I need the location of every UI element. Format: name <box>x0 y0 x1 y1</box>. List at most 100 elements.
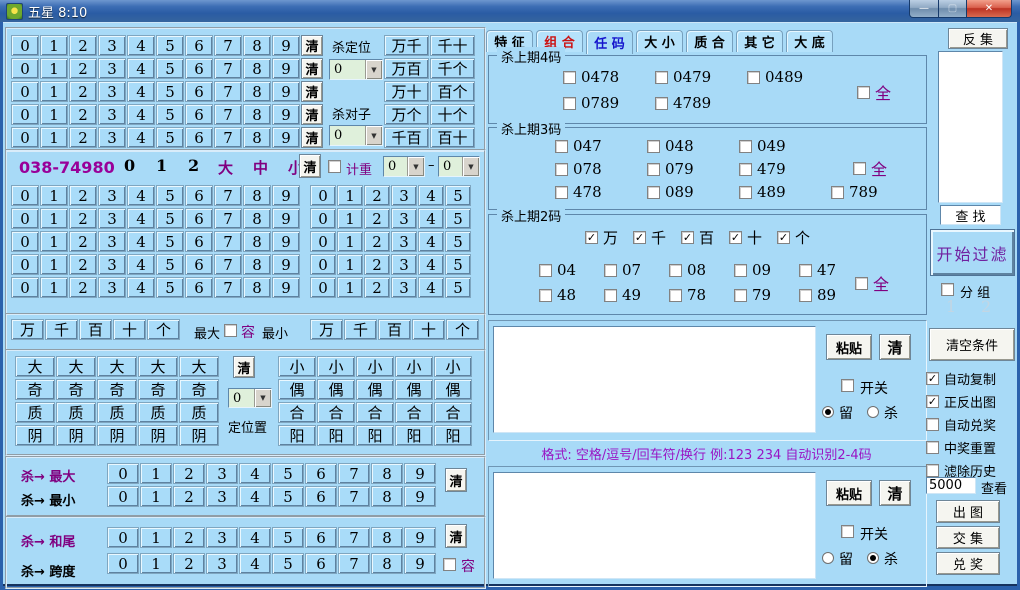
range-to-select[interactable]: 0 ▼ <box>438 156 480 177</box>
kill-radio-2[interactable] <box>867 552 879 564</box>
kill4-checkbox[interactable]: 4789 <box>655 94 747 112</box>
digit-button[interactable]: 0 <box>11 185 39 206</box>
intersect-button[interactable]: 交 集 <box>936 526 1000 549</box>
digit-button[interactable]: 8 <box>243 208 271 229</box>
digit-button[interactable]: 5 <box>445 208 471 229</box>
digit-button[interactable]: 2 <box>173 486 205 507</box>
kill4-select-all[interactable]: 全 <box>857 80 891 104</box>
dropdown-arrow-icon[interactable]: ▼ <box>254 389 271 407</box>
digit-button[interactable]: 7 <box>214 231 242 252</box>
digit-button[interactable]: 2 <box>69 277 97 298</box>
result-listbox[interactable] <box>938 51 1003 203</box>
digit-button[interactable]: 7 <box>214 277 242 298</box>
checkbox[interactable] <box>799 289 812 302</box>
digit-button[interactable]: 9 <box>404 463 436 484</box>
digit-button[interactable]: 2 <box>173 527 205 548</box>
attr-big-button[interactable]: 大 <box>138 356 178 377</box>
checkbox[interactable] <box>926 418 939 431</box>
clear-attr-button[interactable]: 清 <box>233 356 255 378</box>
checkbox[interactable]: ✓ <box>926 372 939 385</box>
digit-button[interactable]: 0 <box>107 527 139 548</box>
checkbox[interactable] <box>647 186 660 199</box>
digit-button[interactable]: 0 <box>11 58 39 79</box>
attr-prime-button[interactable]: 质 <box>179 402 219 423</box>
digit-button[interactable]: 0 <box>310 208 336 229</box>
digit-button[interactable]: 4 <box>127 254 155 275</box>
digit-button[interactable]: 0 <box>107 553 139 574</box>
digit-button[interactable]: 2 <box>69 58 97 79</box>
position-pair-button[interactable]: 万百 <box>384 58 429 79</box>
start-filter-button[interactable]: 开始过滤 <box>930 229 1015 276</box>
checkbox[interactable] <box>739 163 752 176</box>
digit-button[interactable]: 7 <box>338 527 370 548</box>
attr-composite-button[interactable]: 合 <box>434 402 472 423</box>
option-checkbox[interactable]: 自动兑奖 <box>926 413 996 435</box>
digit-button[interactable]: 6 <box>185 104 213 125</box>
digit-button[interactable]: 7 <box>214 254 242 275</box>
digit-button[interactable]: 5 <box>156 58 184 79</box>
digit-button[interactable]: 6 <box>185 35 213 56</box>
digit-button[interactable]: 1 <box>140 486 172 507</box>
position-pair-button[interactable]: 万个 <box>384 104 429 125</box>
digit-button[interactable]: 0 <box>11 104 39 125</box>
kill3-checkbox[interactable]: 047 <box>555 137 647 155</box>
digit-button[interactable]: 5 <box>156 35 184 56</box>
tab-renma[interactable]: 任 码 <box>586 30 633 54</box>
checkbox[interactable] <box>655 71 668 84</box>
digit-button[interactable]: 2 <box>364 208 390 229</box>
position-button[interactable]: 万 <box>310 319 343 340</box>
kill2-checkbox[interactable]: 49 <box>604 286 669 304</box>
position-button[interactable]: 万 <box>11 319 44 340</box>
checkbox[interactable] <box>655 97 668 110</box>
checkbox[interactable]: ✓ <box>585 231 598 244</box>
digit-button[interactable]: 1 <box>40 254 68 275</box>
attr-small-button[interactable]: 小 <box>356 356 394 377</box>
digit-button[interactable]: 7 <box>338 463 370 484</box>
checkbox[interactable]: ✓ <box>926 395 939 408</box>
kill2-checkbox[interactable]: 07 <box>604 261 669 279</box>
position-pair-button[interactable]: 百十 <box>430 127 475 148</box>
clear-paste-button-1[interactable]: 清 <box>879 334 911 360</box>
checkbox[interactable] <box>555 140 568 153</box>
digit-button[interactable]: 4 <box>418 254 444 275</box>
dropdown-arrow-icon[interactable]: ▼ <box>407 157 424 176</box>
kill2-checkbox[interactable]: 48 <box>539 286 604 304</box>
digit-button[interactable]: 1 <box>140 553 172 574</box>
digit-button[interactable]: 1 <box>40 127 68 148</box>
digit-button[interactable]: 3 <box>98 208 126 229</box>
digit-button[interactable]: 3 <box>206 463 238 484</box>
digit-button[interactable]: 3 <box>98 58 126 79</box>
digit-button[interactable]: 3 <box>391 208 417 229</box>
switch-checkbox-1[interactable] <box>841 379 854 392</box>
checkbox[interactable] <box>734 264 747 277</box>
plot-button[interactable]: 出 图 <box>936 500 1000 523</box>
tail-rong-checkbox[interactable] <box>443 558 456 571</box>
digit-button[interactable]: 9 <box>272 81 300 102</box>
digit-button[interactable]: 8 <box>371 463 403 484</box>
kill3-checkbox[interactable]: 789 <box>831 183 923 201</box>
digit-button[interactable]: 8 <box>371 553 403 574</box>
maximize-button[interactable]: ▢ <box>939 0 967 18</box>
digit-button[interactable]: 2 <box>69 81 97 102</box>
digit-button[interactable]: 6 <box>185 185 213 206</box>
digit-button[interactable]: 9 <box>272 254 300 275</box>
digit-button[interactable]: 3 <box>98 185 126 206</box>
digit-button[interactable]: 4 <box>127 58 155 79</box>
position-checkbox[interactable]: ✓千 <box>633 227 681 248</box>
digit-button[interactable]: 1 <box>337 254 363 275</box>
reverse-set-button[interactable]: 反 集 <box>948 28 1008 49</box>
checkbox[interactable] <box>563 97 576 110</box>
digit-button[interactable]: 2 <box>173 463 205 484</box>
digit-button[interactable]: 7 <box>214 127 242 148</box>
attr-prime-button[interactable]: 质 <box>56 402 96 423</box>
tab-qita[interactable]: 其 它 <box>736 30 783 52</box>
attr-even-button[interactable]: 偶 <box>356 379 394 400</box>
position-button[interactable]: 个 <box>446 319 479 340</box>
digit-button[interactable]: 5 <box>156 104 184 125</box>
digit-button[interactable]: 2 <box>173 553 205 574</box>
digit-button[interactable]: 0 <box>11 231 39 252</box>
checkbox[interactable] <box>734 289 747 302</box>
checkbox[interactable] <box>739 186 752 199</box>
position-checkbox[interactable]: ✓万 <box>585 227 633 248</box>
switch-checkbox-2[interactable] <box>841 525 854 538</box>
